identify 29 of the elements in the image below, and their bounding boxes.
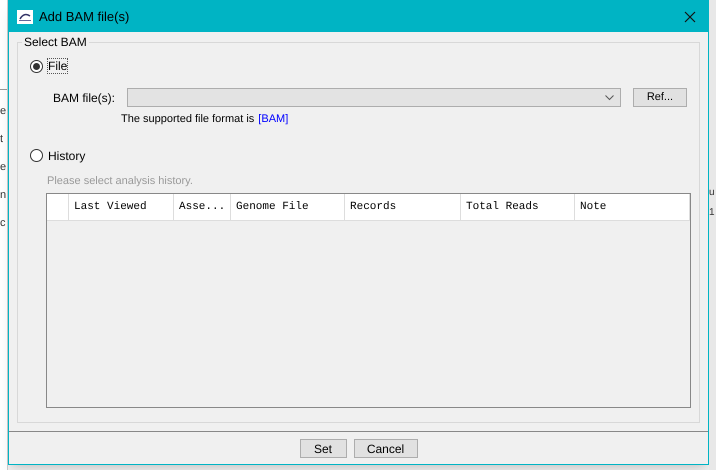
browse-button[interactable]: Ref... — [632, 88, 687, 107]
window-title: Add BAM file(s) — [39, 8, 130, 26]
format-note: The supported file format is — [121, 112, 254, 127]
set-button[interactable]: Set — [300, 438, 346, 458]
radio-label[interactable]: History — [47, 148, 86, 164]
background-text: e — [0, 104, 7, 118]
cancel-button[interactable]: Cancel — [354, 438, 418, 458]
close-icon[interactable] — [684, 10, 696, 22]
column-header[interactable]: Records — [345, 194, 461, 220]
column-header[interactable]: Genome File — [231, 194, 345, 220]
column-header[interactable]: Last Viewed — [69, 194, 174, 220]
background-text: t — [0, 132, 4, 146]
chevron-down-icon — [604, 94, 614, 100]
column-header[interactable]: Note — [575, 194, 690, 220]
background-text: 1 — [709, 206, 716, 220]
format-link[interactable]: [BAM] — [258, 111, 288, 128]
radio-button[interactable] — [30, 60, 43, 72]
radio-button[interactable] — [30, 149, 43, 162]
group-title: Select BAM — [22, 35, 89, 49]
background-text: c — [0, 216, 6, 230]
history-hint: Please select analysis history. — [47, 174, 194, 188]
background-text: n — [0, 188, 7, 202]
field-label: BAM file(s): — [53, 90, 116, 106]
background-text: u — [709, 186, 716, 200]
app-icon — [17, 10, 33, 24]
background-text: e — [0, 160, 7, 174]
column-header[interactable]: Total Reads — [461, 194, 575, 220]
radio-label[interactable]: File — [47, 58, 68, 74]
column-header[interactable]: Asse... — [174, 194, 231, 220]
